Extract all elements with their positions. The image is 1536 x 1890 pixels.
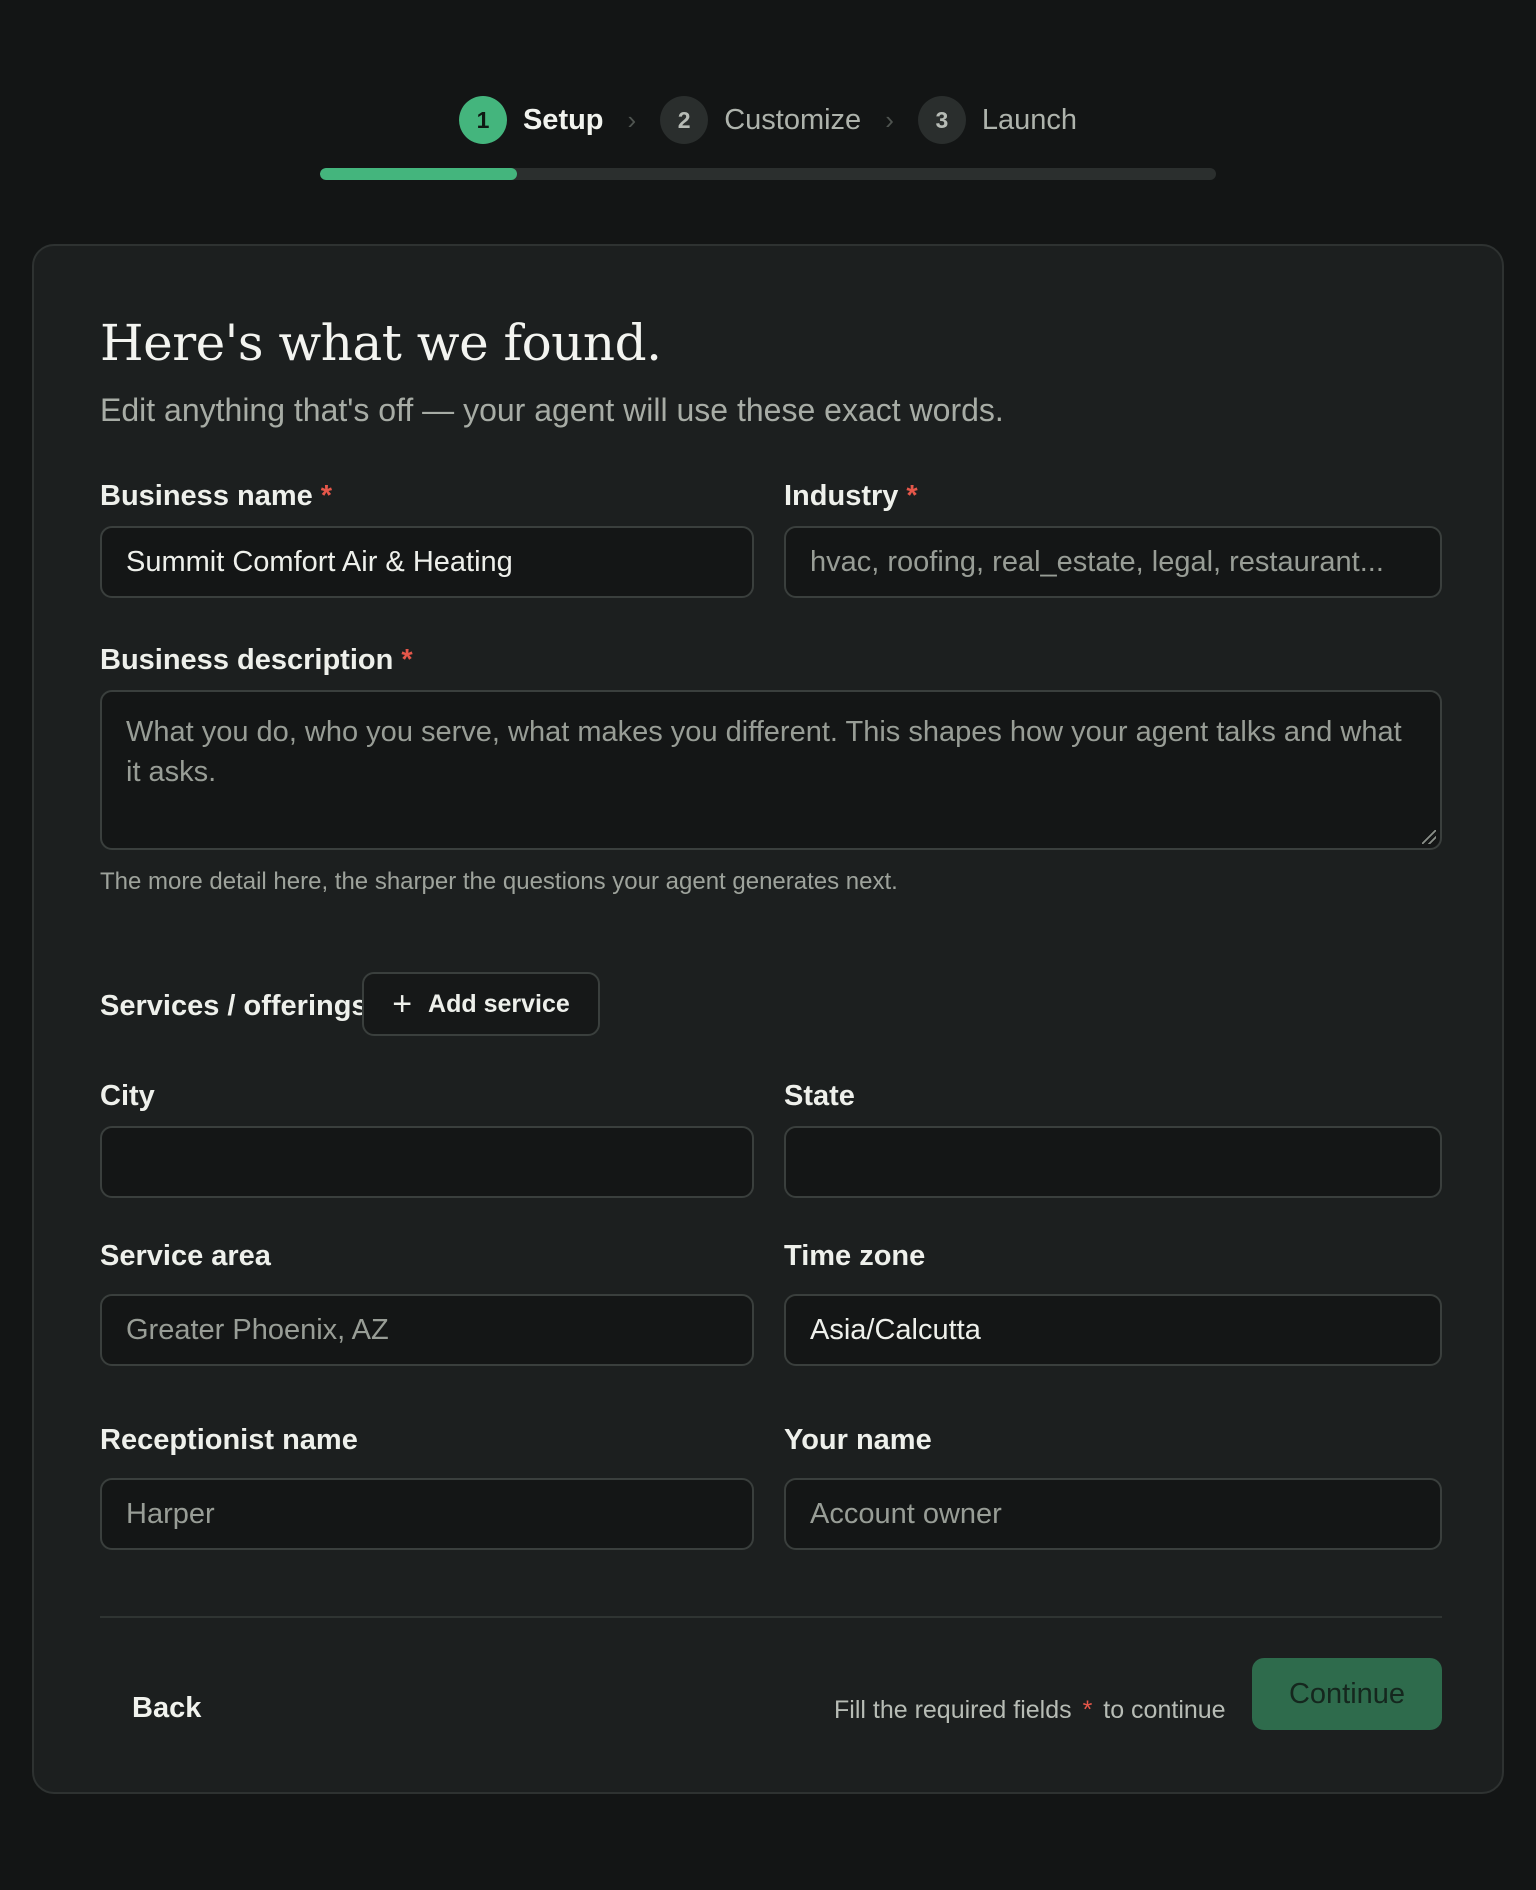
step-label: Customize <box>724 103 862 136</box>
receptionist-name-label: Receptionist name <box>100 1424 358 1456</box>
page-title: Here's what we found. <box>100 314 662 372</box>
plus-icon: + <box>392 985 413 1023</box>
state-input[interactable] <box>784 1126 1442 1198</box>
required-marker: * <box>906 480 918 512</box>
step-number: 1 <box>458 96 507 144</box>
required-marker: * <box>320 480 333 512</box>
required-fields-hint: Fill the required fields * to continue <box>834 1696 1226 1725</box>
step-number: 2 <box>660 96 709 144</box>
industry-label: Industry * <box>784 480 918 513</box>
setup-card: Here's what we found. Edit anything that… <box>32 244 1504 1794</box>
time-zone-input[interactable]: Asia/Calcutta <box>784 1294 1442 1366</box>
label-text: Business description <box>100 644 394 676</box>
resize-handle-icon[interactable] <box>1422 830 1436 844</box>
step-setup[interactable]: 1 Setup <box>458 96 604 144</box>
progress-bar <box>320 168 1216 180</box>
city-label: City <box>100 1080 155 1112</box>
service-area-label: Service area <box>100 1240 271 1272</box>
services-label: Services / offerings <box>100 990 368 1022</box>
required-marker: * <box>1082 1696 1093 1724</box>
state-label: State <box>784 1080 855 1112</box>
divider <box>100 1616 1442 1618</box>
hint-text-before: Fill the required fields <box>834 1696 1072 1724</box>
page-subtitle: Edit anything that's off — your agent wi… <box>100 392 1004 428</box>
back-button[interactable]: Back <box>132 1692 201 1725</box>
stepper: 1 Setup › 2 Customize › 3 Launch <box>0 95 1536 145</box>
business-name-input[interactable]: Summit Comfort Air & Heating <box>100 526 754 598</box>
progress-fill <box>320 168 518 180</box>
service-area-input[interactable]: Greater Phoenix, AZ <box>100 1294 754 1366</box>
industry-input[interactable]: hvac, roofing, real_estate, legal, resta… <box>784 526 1442 598</box>
description-hint: The more detail here, the sharper the qu… <box>100 868 898 895</box>
city-input[interactable] <box>100 1126 754 1198</box>
your-name-label: Your name <box>784 1424 932 1456</box>
hint-text-after: to continue <box>1103 1696 1226 1724</box>
textarea-placeholder: What you do, who you serve, what makes y… <box>126 716 1402 788</box>
chevron-right-icon: › <box>885 104 894 135</box>
label-text: Industry <box>784 480 899 512</box>
chevron-right-icon: › <box>627 104 637 135</box>
time-zone-label: Time zone <box>784 1240 926 1272</box>
receptionist-name-input[interactable]: Harper <box>100 1478 754 1550</box>
your-name-input[interactable]: Account owner <box>784 1478 1442 1550</box>
add-service-button[interactable]: + Add service <box>362 972 600 1036</box>
step-label: Setup <box>522 103 604 136</box>
business-name-label: Business name * <box>100 480 332 513</box>
required-marker: * <box>401 644 413 676</box>
add-service-label: Add service <box>428 989 570 1018</box>
step-number: 3 <box>917 96 966 144</box>
business-description-label: Business description * <box>100 644 413 677</box>
step-launch[interactable]: 3 Launch <box>917 96 1078 144</box>
step-customize[interactable]: 2 Customize <box>660 96 861 144</box>
label-text: Business name <box>100 480 313 512</box>
business-description-textarea[interactable]: What you do, who you serve, what makes y… <box>100 690 1442 850</box>
continue-button[interactable]: Continue <box>1252 1658 1442 1730</box>
step-label: Launch <box>981 103 1078 136</box>
